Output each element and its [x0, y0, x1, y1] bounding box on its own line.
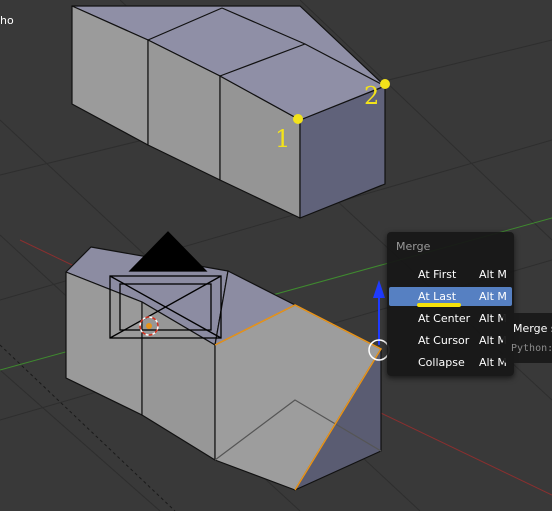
- menu-item-shortcut: Alt M: [479, 290, 507, 303]
- vertex-2-marker: [380, 79, 390, 89]
- merge-menu: Merge At First Alt M At Last Alt M At Ce…: [387, 232, 514, 376]
- tooltip: Merge s Python:: [503, 313, 552, 363]
- menu-item-at-cursor[interactable]: At Cursor Alt M: [389, 331, 512, 350]
- vertex-label-2: 2: [364, 82, 379, 110]
- menu-item-at-first[interactable]: At First Alt M: [389, 265, 512, 284]
- tooltip-python: Python:: [511, 343, 552, 354]
- yellow-underline-marker: [417, 303, 461, 307]
- menu-item-at-center[interactable]: At Center Alt M: [389, 309, 512, 328]
- menu-item-collapse[interactable]: Collapse Alt M: [389, 353, 512, 372]
- merge-menu-title: Merge: [396, 240, 431, 253]
- tooltip-title: Merge s: [513, 322, 552, 335]
- menu-item-label: At Cursor: [418, 334, 470, 347]
- menu-item-label: Collapse: [418, 356, 465, 369]
- lower-mesh[interactable]: [65, 246, 382, 491]
- menu-item-label: At First: [418, 268, 457, 281]
- menu-item-shortcut: Alt M: [479, 268, 507, 281]
- menu-item-label: At Center: [418, 312, 471, 325]
- z-axis-arrow-icon[interactable]: [373, 280, 385, 298]
- upper-mesh[interactable]: [71, 5, 386, 219]
- vertex-1-marker: [293, 114, 303, 124]
- vertex-label-1: 1: [275, 125, 290, 153]
- viewport-corner-text: ho: [0, 14, 14, 27]
- menu-item-at-last[interactable]: At Last Alt M: [389, 287, 512, 307]
